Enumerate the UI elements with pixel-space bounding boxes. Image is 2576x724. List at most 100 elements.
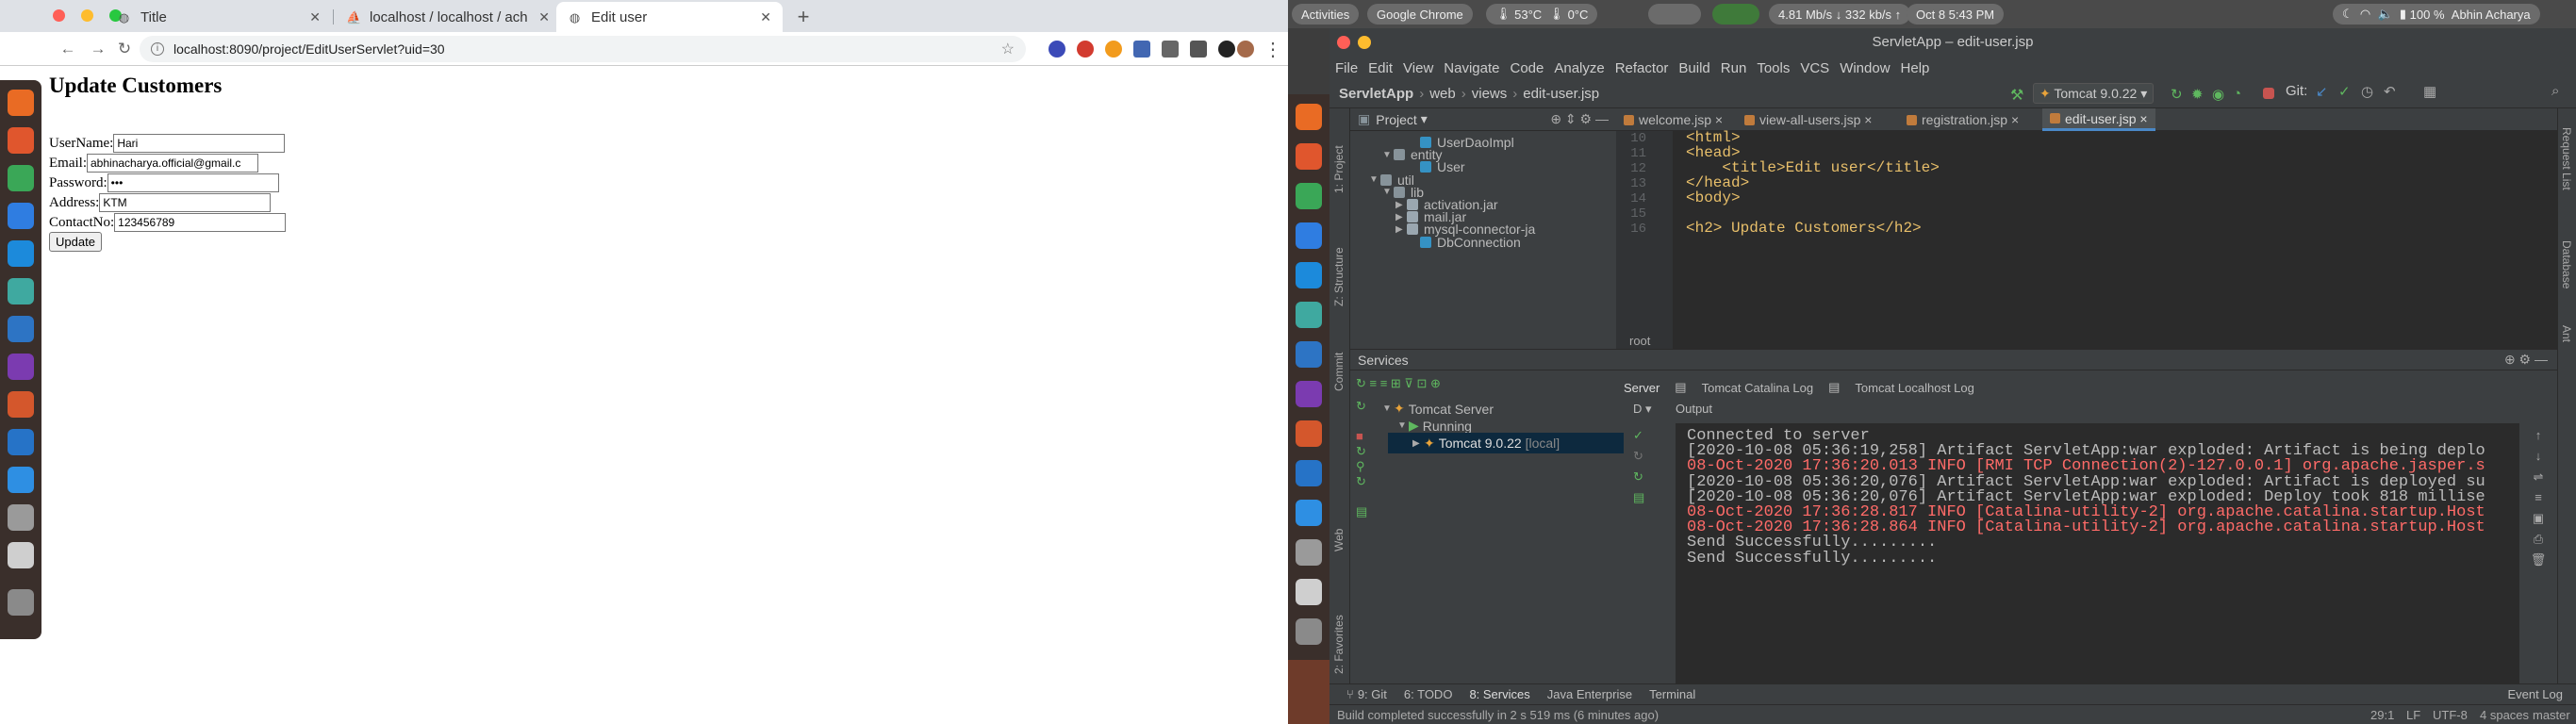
git-update-icon[interactable]: ↙ — [2316, 83, 2328, 100]
gear-icon[interactable] — [1218, 41, 1235, 58]
code-line[interactable]: <h2> Update Customers</h2> — [1686, 220, 1922, 237]
cpu-temp-indicator[interactable]: 🌡 53°C 🌡 0°C — [1486, 4, 1598, 25]
app-icon[interactable] — [1296, 460, 1322, 486]
panel-settings-icon[interactable]: ⊕ ⇕ ⚙ — — [1550, 111, 1609, 127]
system-status-menu[interactable]: ☾ ◠ 🔈 ▮ 100 % Abhin Acharya — [2333, 4, 2540, 25]
address-input[interactable] — [99, 193, 272, 212]
project-tool-tab[interactable]: 1: Project — [1332, 145, 1346, 193]
brave-icon[interactable] — [1296, 143, 1322, 170]
app-icon[interactable] — [1296, 500, 1322, 526]
breadcrumb-web[interactable]: web — [1429, 86, 1456, 102]
project-label[interactable]: Project — [1376, 112, 1417, 127]
git-rollback-icon[interactable]: ↶ — [2384, 83, 2396, 100]
editor-tab-welcome[interactable]: welcome.jsp × — [1616, 108, 1730, 131]
editor-tab-registration[interactable]: registration.jsp × — [1899, 108, 2026, 131]
terminal-tool-tab[interactable]: Terminal — [1649, 687, 1695, 701]
network-speed-indicator[interactable]: 4.81 Mb/s ↓ 332 kb/s ↑ — [1769, 4, 1911, 25]
web-tool-tab[interactable]: Web — [1332, 529, 1346, 551]
services-tool-tab[interactable]: 8: Services — [1469, 687, 1529, 701]
image-viewer-icon[interactable] — [8, 278, 34, 304]
back-arrow-icon[interactable]: ← — [58, 40, 77, 58]
close-icon[interactable]: × — [1864, 112, 1872, 127]
vscode-icon[interactable] — [8, 203, 34, 229]
close-tab-icon[interactable]: ✕ — [538, 9, 550, 25]
app-icon[interactable] — [8, 391, 34, 418]
clock[interactable]: Oct 8 5:43 PM — [1907, 4, 2005, 25]
breadcrumb-project[interactable]: ServletApp — [1339, 86, 1413, 102]
deploy-dropdown[interactable]: D ▾ — [1633, 402, 1652, 417]
chrome-icon[interactable] — [8, 165, 34, 191]
run-configuration-select[interactable]: ✦ Tomcat 9.0.22 ▾ — [2033, 83, 2155, 104]
deploy-actions[interactable]: ✓ ↻ ↻ ▤ — [1633, 425, 1652, 508]
java-enterprise-tool-tab[interactable]: Java Enterprise — [1547, 687, 1632, 701]
database-tab[interactable]: Database — [2560, 240, 2573, 288]
caret-position[interactable]: 29:1 — [2370, 708, 2394, 722]
menu-edit[interactable]: Edit — [1368, 60, 1393, 76]
extension-icon[interactable] — [1162, 41, 1179, 58]
menu-refactor[interactable]: Refactor — [1615, 60, 1669, 76]
password-input[interactable] — [107, 173, 279, 192]
new-tab-button[interactable]: + — [790, 4, 817, 30]
reload-icon[interactable]: ↻ — [115, 40, 134, 58]
menu-window[interactable]: Window — [1840, 60, 1890, 76]
tree-item[interactable]: DbConnection — [1409, 235, 1521, 250]
close-icon[interactable]: × — [2011, 112, 2019, 127]
menu-tools[interactable]: Tools — [1757, 60, 1790, 76]
menu-analyze[interactable]: Analyze — [1554, 60, 1604, 76]
avatar[interactable] — [1237, 41, 1254, 58]
service-running[interactable]: Running — [1423, 419, 1472, 434]
close-icon[interactable]: × — [1715, 112, 1723, 127]
extension-icon[interactable] — [1077, 41, 1094, 58]
line-separator[interactable]: LF — [2406, 708, 2420, 722]
console-output[interactable]: Connected to server [2020-10-08 05:36:19,… — [1676, 423, 2519, 706]
menu-view[interactable]: View — [1403, 60, 1433, 76]
minimize-window-button[interactable] — [81, 9, 93, 22]
debug-icon[interactable]: ✹ — [2191, 86, 2206, 103]
git-tool-tab[interactable]: 9: Git — [1358, 687, 1387, 701]
tab-phpmyadmin[interactable]: ⛵ localhost / localhost / ach ✕ — [335, 2, 561, 32]
close-window-button[interactable] — [1337, 36, 1350, 49]
app-icon[interactable] — [8, 316, 34, 342]
console-actions[interactable]: ↑ ↓ ⇌ ≡ ▣ ⎙ 🗑 — [2529, 425, 2548, 570]
profile-icon[interactable]: ◔ — [2233, 86, 2248, 102]
tab-catalina-log[interactable]: Tomcat Catalina Log — [1702, 381, 1814, 395]
forward-arrow-icon[interactable]: → — [89, 40, 107, 58]
indent-setting[interactable]: 4 spaces — [2480, 708, 2529, 722]
extension-icon[interactable] — [1049, 41, 1065, 58]
intellij-icon[interactable] — [1296, 381, 1322, 407]
show-apps-icon[interactable] — [8, 589, 34, 616]
tab-localhost-log[interactable]: Tomcat Localhost Log — [1855, 381, 1973, 395]
trash-icon[interactable] — [1296, 579, 1322, 605]
firefox-icon[interactable] — [8, 90, 34, 116]
info-icon[interactable]: i — [151, 42, 164, 56]
menu-build[interactable]: Build — [1678, 60, 1709, 76]
git-branch[interactable]: master — [2533, 708, 2570, 722]
bookmark-star-icon[interactable]: ☆ — [1001, 40, 1015, 58]
todo-tool-tab[interactable]: 6: TODO — [1404, 687, 1453, 701]
files-icon[interactable] — [1296, 539, 1322, 566]
search-icon[interactable]: ⌕ — [2551, 83, 2559, 99]
activities-button[interactable]: Activities — [1292, 4, 1360, 25]
menu-code[interactable]: Code — [1510, 60, 1544, 76]
tab-edit-user[interactable]: ◍ Edit user ✕ — [556, 2, 783, 32]
favorites-tool-tab[interactable]: 2: Favorites — [1332, 615, 1346, 674]
close-icon[interactable]: × — [2139, 111, 2147, 126]
address-bar[interactable]: i localhost:8090/project/EditUserServlet… — [140, 36, 1026, 62]
update-button[interactable]: Update — [49, 232, 102, 252]
menu-file[interactable]: File — [1335, 60, 1358, 76]
cpu-graph[interactable] — [1712, 4, 1759, 25]
breadcrumb-views[interactable]: views — [1472, 86, 1508, 102]
contact-input[interactable] — [114, 213, 287, 232]
show-apps-icon[interactable] — [1296, 618, 1322, 645]
app-icon[interactable] — [1296, 341, 1322, 368]
tab-title[interactable]: ◍ Title ✕ — [106, 2, 332, 32]
app-icon[interactable] — [8, 240, 34, 267]
ant-tab[interactable]: Ant — [2560, 325, 2573, 342]
menu-navigate[interactable]: Navigate — [1444, 60, 1499, 76]
coverage-icon[interactable]: ◉ — [2212, 86, 2227, 103]
trash-icon[interactable] — [8, 542, 34, 568]
request-list-tab[interactable]: Request List — [2560, 127, 2573, 190]
breadcrumb-file[interactable]: edit-user.jsp — [1523, 86, 1599, 102]
email-input[interactable] — [87, 154, 258, 173]
editor-tab-view-all-users[interactable]: view-all-users.jsp × — [1737, 108, 1879, 131]
